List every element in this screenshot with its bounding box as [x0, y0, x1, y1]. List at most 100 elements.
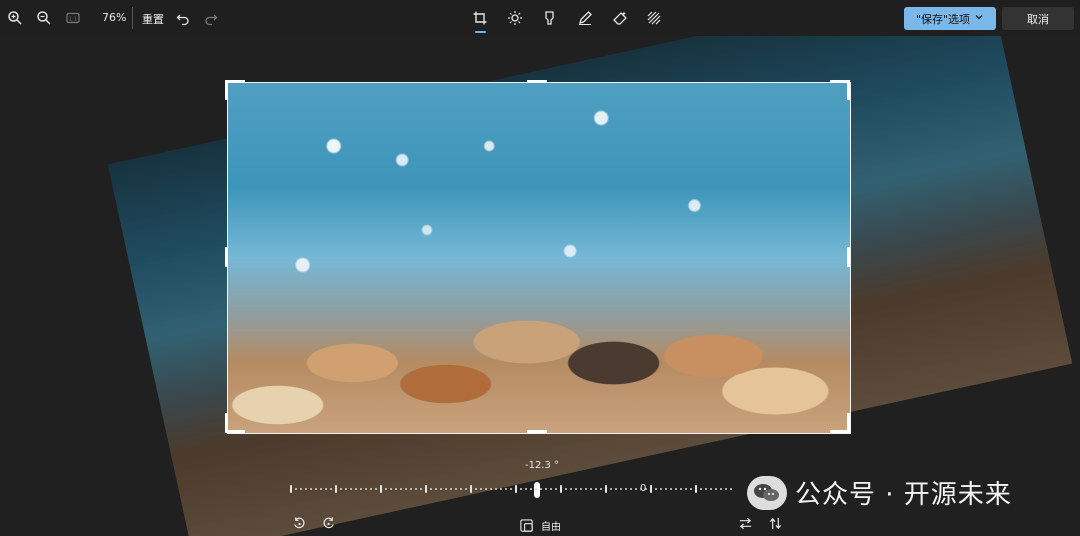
dial-minor-tick: [365, 488, 367, 490]
crop-handle-bottom-middle[interactable]: [527, 430, 547, 433]
save-options-button[interactable]: "保存"选项: [904, 7, 996, 30]
crop-region-photo[interactable]: [227, 82, 851, 434]
dial-minor-tick: [350, 488, 352, 490]
crop-tool-indicator: [475, 31, 486, 33]
dial-minor-tick: [575, 488, 577, 490]
dial-minor-tick: [545, 488, 547, 490]
rotation-angle-readout: -12.3 °: [524, 460, 560, 471]
flip-horizontal-icon[interactable]: [736, 514, 754, 532]
dial-minor-tick: [525, 488, 527, 490]
dial-minor-tick: [485, 488, 487, 490]
dial-minor-tick: [705, 488, 707, 490]
dial-minor-tick: [645, 488, 647, 490]
reset-button[interactable]: 重置: [142, 11, 164, 27]
dial-minor-tick: [475, 488, 477, 490]
top-toolbar: 1:1 76% 重置 "保存"选项 取消: [0, 0, 1080, 36]
dial-minor-tick: [340, 488, 342, 490]
dial-minor-tick: [570, 488, 572, 490]
dial-minor-tick: [655, 488, 657, 490]
zoom-out-icon[interactable]: [33, 7, 55, 29]
watermark: 公众号 · 开源未来: [747, 474, 1012, 511]
dial-major-tick: [290, 485, 292, 493]
dial-minor-tick: [420, 488, 422, 490]
dial-minor-tick: [700, 488, 702, 490]
zoom-in-icon[interactable]: [4, 7, 26, 29]
rotation-dial-thumb[interactable]: [534, 482, 540, 498]
rotation-dial[interactable]: 0: [290, 482, 740, 498]
crop-handle-top-left-vertical[interactable]: [225, 80, 228, 100]
markup-icon[interactable]: [539, 7, 561, 29]
dial-minor-tick: [415, 488, 417, 490]
redo-icon[interactable]: [200, 7, 222, 29]
dial-minor-tick: [680, 488, 682, 490]
dial-minor-tick: [590, 488, 592, 490]
dial-minor-tick: [430, 488, 432, 490]
erase-icon[interactable]: [609, 7, 631, 29]
dial-minor-tick: [440, 488, 442, 490]
dial-minor-tick: [385, 488, 387, 490]
crop-handle-bottom-left[interactable]: [225, 430, 245, 433]
undo-icon[interactable]: [172, 7, 194, 29]
dial-minor-tick: [690, 488, 692, 490]
aspect-ratio-icon: [517, 516, 535, 534]
dial-minor-tick: [400, 488, 402, 490]
dial-minor-tick: [305, 488, 307, 490]
dial-major-tick: [515, 485, 517, 493]
toolbar-divider: [132, 7, 133, 29]
dial-minor-tick: [330, 488, 332, 490]
crop-handle-left-middle[interactable]: [225, 247, 228, 267]
dial-minor-tick: [375, 488, 377, 490]
crop-handle-top-left[interactable]: [225, 80, 245, 83]
aspect-ratio-button[interactable]: 自由: [517, 516, 561, 534]
dial-minor-tick: [535, 488, 537, 490]
crop-handle-bottom-right-vertical[interactable]: [847, 413, 850, 433]
fit-screen-icon[interactable]: 1:1: [62, 7, 84, 29]
dial-minor-tick: [360, 488, 362, 490]
dial-minor-tick: [410, 488, 412, 490]
dial-minor-tick: [595, 488, 597, 490]
aspect-ratio-label: 自由: [541, 521, 561, 533]
dial-minor-tick: [530, 488, 532, 490]
dial-minor-tick: [450, 488, 452, 490]
dial-minor-tick: [540, 488, 542, 490]
dial-minor-tick: [565, 488, 567, 490]
dial-major-tick: [695, 485, 697, 493]
crop-handle-top-right-vertical[interactable]: [847, 80, 850, 100]
dial-minor-tick: [435, 488, 437, 490]
dial-minor-tick: [345, 488, 347, 490]
crop-icon[interactable]: [469, 7, 491, 29]
dial-minor-tick: [600, 488, 602, 490]
dial-minor-tick: [720, 488, 722, 490]
dial-minor-tick: [500, 488, 502, 490]
dial-minor-tick: [325, 488, 327, 490]
dial-minor-tick: [480, 488, 482, 490]
dial-minor-tick: [585, 488, 587, 490]
crop-handle-bottom-left-vertical[interactable]: [225, 413, 228, 433]
dial-minor-tick: [405, 488, 407, 490]
rotate-right-icon[interactable]: [319, 514, 337, 532]
dial-minor-tick: [455, 488, 457, 490]
svg-text:1:1: 1:1: [69, 17, 77, 23]
rotate-left-icon[interactable]: [290, 514, 308, 532]
dial-minor-tick: [620, 488, 622, 490]
cancel-button[interactable]: 取消: [1002, 7, 1074, 30]
dial-minor-tick: [580, 488, 582, 490]
dial-minor-tick: [370, 488, 372, 490]
dial-minor-tick: [390, 488, 392, 490]
filter-icon[interactable]: [643, 7, 665, 29]
dial-minor-tick: [675, 488, 677, 490]
dial-minor-tick: [685, 488, 687, 490]
dial-minor-tick: [320, 488, 322, 490]
flip-vertical-icon[interactable]: [766, 514, 784, 532]
crop-handle-top-middle[interactable]: [527, 80, 547, 83]
draw-icon[interactable]: [574, 7, 596, 29]
brightness-icon[interactable]: [504, 7, 526, 29]
dial-major-tick: [335, 485, 337, 493]
dial-minor-tick: [610, 488, 612, 490]
dial-minor-tick: [635, 488, 637, 490]
dial-minor-tick: [630, 488, 632, 490]
dial-minor-tick: [505, 488, 507, 490]
crop-handle-right-middle[interactable]: [847, 247, 850, 267]
save-options-label: "保存"选项: [915, 12, 971, 26]
wechat-logo: [747, 475, 787, 510]
